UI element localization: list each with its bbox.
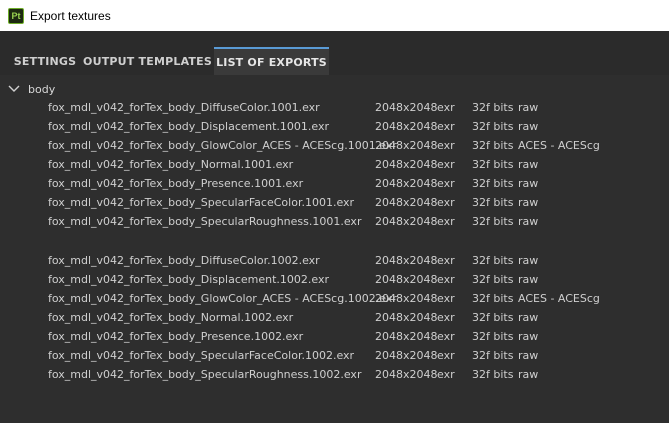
export-format: exr: [437, 311, 455, 324]
export-resolution: 2048x2048: [375, 158, 438, 171]
export-resolution: 2048x2048: [375, 215, 438, 228]
export-row[interactable]: fox_mdl_v042_forTex_body_SpecularFaceCol…: [0, 193, 669, 212]
export-filename: fox_mdl_v042_forTex_body_Presence.1001.e…: [48, 177, 304, 190]
export-filename: fox_mdl_v042_forTex_body_GlowColor_ACES …: [48, 139, 397, 152]
export-colorspace: ACES - ACEScg: [518, 139, 600, 152]
export-bit-depth: 32f bits: [472, 368, 514, 381]
tab-bar: SETTINGS OUTPUT TEMPLATES LIST OF EXPORT…: [0, 31, 669, 75]
export-colorspace: raw: [518, 368, 539, 381]
export-filename: fox_mdl_v042_forTex_body_SpecularFaceCol…: [48, 196, 355, 209]
export-row[interactable]: fox_mdl_v042_forTex_body_GlowColor_ACES …: [0, 289, 669, 308]
export-colorspace: raw: [518, 101, 539, 114]
tab-output-templates[interactable]: OUTPUT TEMPLATES: [83, 47, 212, 75]
title-bar: Pt Export textures: [0, 0, 669, 31]
export-format: exr: [437, 177, 455, 190]
export-bit-depth: 32f bits: [472, 330, 514, 343]
export-resolution: 2048x2048: [375, 349, 438, 362]
export-row[interactable]: fox_mdl_v042_forTex_body_SpecularFaceCol…: [0, 346, 669, 365]
export-row[interactable]: fox_mdl_v042_forTex_body_Displacement.10…: [0, 270, 669, 289]
export-bit-depth: 32f bits: [472, 177, 514, 190]
export-resolution: 2048x2048: [375, 368, 438, 381]
export-format: exr: [437, 139, 455, 152]
export-format: exr: [437, 254, 455, 267]
export-colorspace: raw: [518, 349, 539, 362]
export-filename: fox_mdl_v042_forTex_body_Displacement.10…: [48, 273, 330, 286]
export-bit-depth: 32f bits: [472, 101, 514, 114]
export-bit-depth: 32f bits: [472, 158, 514, 171]
export-row[interactable]: fox_mdl_v042_forTex_body_DiffuseColor.10…: [0, 98, 669, 117]
export-colorspace: raw: [518, 177, 539, 190]
export-colorspace: raw: [518, 330, 539, 343]
export-bit-depth: 32f bits: [472, 292, 514, 305]
export-colorspace: ACES - ACEScg: [518, 292, 600, 305]
export-row[interactable]: fox_mdl_v042_forTex_body_Normal.1001.exr…: [0, 155, 669, 174]
export-filename: fox_mdl_v042_forTex_body_DiffuseColor.10…: [48, 254, 320, 267]
export-colorspace: raw: [518, 196, 539, 209]
export-row[interactable]: fox_mdl_v042_forTex_body_SpecularRoughne…: [0, 365, 669, 384]
export-bit-depth: 32f bits: [472, 349, 514, 362]
export-resolution: 2048x2048: [375, 311, 438, 324]
export-bit-depth: 32f bits: [472, 196, 514, 209]
export-resolution: 2048x2048: [375, 273, 438, 286]
export-colorspace: raw: [518, 120, 539, 133]
export-filename: fox_mdl_v042_forTex_body_Normal.1002.exr: [48, 311, 294, 324]
export-bit-depth: 32f bits: [472, 215, 514, 228]
export-bit-depth: 32f bits: [472, 139, 514, 152]
export-filename: fox_mdl_v042_forTex_body_Presence.1002.e…: [48, 330, 304, 343]
export-format: exr: [437, 330, 455, 343]
export-filename: fox_mdl_v042_forTex_body_SpecularFaceCol…: [48, 349, 355, 362]
painter-app-icon: Pt: [8, 7, 24, 24]
export-format: exr: [437, 349, 455, 362]
export-row[interactable]: fox_mdl_v042_forTex_body_DiffuseColor.10…: [0, 251, 669, 270]
export-colorspace: raw: [518, 158, 539, 171]
export-row[interactable]: fox_mdl_v042_forTex_body_SpecularRoughne…: [0, 212, 669, 231]
tab-list-of-exports[interactable]: LIST OF EXPORTS: [214, 47, 329, 75]
export-bit-depth: 32f bits: [472, 273, 514, 286]
export-format: exr: [437, 120, 455, 133]
export-bit-depth: 32f bits: [472, 120, 514, 133]
export-colorspace: raw: [518, 254, 539, 267]
export-row[interactable]: fox_mdl_v042_forTex_body_Presence.1001.e…: [0, 174, 669, 193]
export-row[interactable]: fox_mdl_v042_forTex_body_Normal.1002.exr…: [0, 308, 669, 327]
export-filename: fox_mdl_v042_forTex_body_Normal.1001.exr: [48, 158, 294, 171]
export-resolution: 2048x2048: [375, 101, 438, 114]
export-colorspace: raw: [518, 273, 539, 286]
export-format: exr: [437, 292, 455, 305]
export-format: exr: [437, 101, 455, 114]
export-resolution: 2048x2048: [375, 330, 438, 343]
window-title: Export textures: [30, 8, 111, 23]
tab-settings[interactable]: SETTINGS: [10, 47, 80, 75]
chevron-down-icon[interactable]: [6, 81, 22, 97]
export-bit-depth: 32f bits: [472, 311, 514, 324]
export-filename: fox_mdl_v042_forTex_body_GlowColor_ACES …: [48, 292, 397, 305]
export-resolution: 2048x2048: [375, 139, 438, 152]
export-filename: fox_mdl_v042_forTex_body_SpecularRoughne…: [48, 368, 362, 381]
export-row[interactable]: fox_mdl_v042_forTex_body_GlowColor_ACES …: [0, 136, 669, 155]
export-colorspace: raw: [518, 311, 539, 324]
export-format: exr: [437, 273, 455, 286]
export-filename: fox_mdl_v042_forTex_body_Displacement.10…: [48, 120, 330, 133]
export-resolution: 2048x2048: [375, 177, 438, 190]
export-format: exr: [437, 215, 455, 228]
export-format: exr: [437, 158, 455, 171]
export-bit-depth: 32f bits: [472, 254, 514, 267]
export-filename: fox_mdl_v042_forTex_body_SpecularRoughne…: [48, 215, 362, 228]
export-row[interactable]: fox_mdl_v042_forTex_body_Displacement.10…: [0, 117, 669, 136]
exports-list: body fox_mdl_v042_forTex_body_DiffuseCol…: [0, 75, 669, 423]
group-header-body[interactable]: body: [6, 81, 55, 97]
group-label: body: [28, 82, 56, 96]
export-resolution: 2048x2048: [375, 196, 438, 209]
export-row[interactable]: fox_mdl_v042_forTex_body_Presence.1002.e…: [0, 327, 669, 346]
export-resolution: 2048x2048: [375, 292, 438, 305]
export-format: exr: [437, 196, 455, 209]
export-resolution: 2048x2048: [375, 254, 438, 267]
export-format: exr: [437, 368, 455, 381]
export-filename: fox_mdl_v042_forTex_body_DiffuseColor.10…: [48, 101, 320, 114]
export-resolution: 2048x2048: [375, 120, 438, 133]
export-colorspace: raw: [518, 215, 539, 228]
